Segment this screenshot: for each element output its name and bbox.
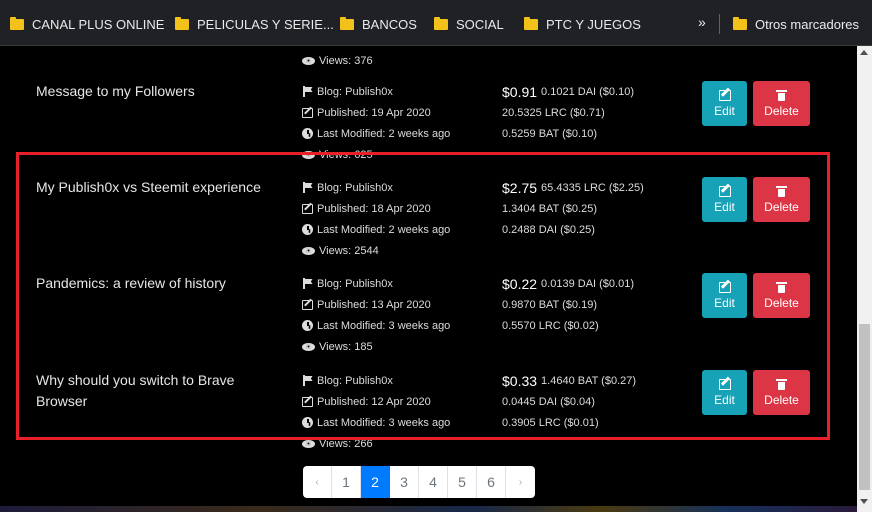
edit-icon xyxy=(718,186,731,197)
eye-icon xyxy=(302,246,315,255)
post-meta: Blog: Publish0x Published: 12 Apr 2020 L… xyxy=(302,370,450,454)
folder-icon xyxy=(10,16,24,30)
edit-icon xyxy=(302,299,313,310)
trash-icon xyxy=(776,282,787,293)
trash-icon xyxy=(776,90,787,101)
edit-button[interactable]: Edit xyxy=(702,81,747,126)
eye-icon xyxy=(302,342,315,351)
delete-button[interactable]: Delete xyxy=(753,81,810,126)
scrollbar-thumb[interactable] xyxy=(859,324,870,490)
bookmarks-bar: CANAL PLUS ONLINE PELICULAS Y SERIE... B… xyxy=(0,0,872,46)
bookmark-ptc-juegos[interactable]: PTC Y JUEGOS xyxy=(524,16,641,32)
folder-icon xyxy=(175,16,189,30)
eye-icon xyxy=(302,56,315,65)
edit-icon xyxy=(718,90,731,101)
eye-icon xyxy=(302,150,315,159)
pagination-prev[interactable]: ‹ xyxy=(303,466,332,498)
scroll-up-arrow-icon[interactable] xyxy=(860,50,868,55)
post-meta: Blog: Publish0x Published: 13 Apr 2020 L… xyxy=(302,273,450,357)
footer-background-strip xyxy=(0,506,857,512)
earnings-total: $2.75 xyxy=(502,179,538,196)
trash-icon xyxy=(776,379,787,390)
flag-icon xyxy=(302,375,313,386)
edit-icon xyxy=(302,396,313,407)
bookmark-canal-plus[interactable]: CANAL PLUS ONLINE xyxy=(10,16,164,32)
post-title: My Publish0x vs Steemit experience xyxy=(36,179,261,195)
delete-button[interactable]: Delete xyxy=(753,177,810,222)
delete-button[interactable]: Delete xyxy=(753,273,810,318)
post-title: Why should you switch to Brave Browser xyxy=(36,372,235,409)
pagination-page-6[interactable]: 6 xyxy=(477,466,506,498)
post-title: Message to my Followers xyxy=(36,83,195,99)
post-meta: Views: 376 xyxy=(302,50,373,71)
flag-icon xyxy=(302,86,313,97)
post-title: Pandemics: a review of history xyxy=(36,275,226,291)
post-earnings: $0.91 0.1021 DAI ($0.10) 20.5325 LRC ($0.… xyxy=(502,83,634,140)
folder-icon xyxy=(434,16,448,30)
edit-button[interactable]: Edit xyxy=(702,177,747,222)
pagination: ‹ 1 2 3 4 5 6 › xyxy=(303,466,535,498)
pagination-page-5[interactable]: 5 xyxy=(448,466,477,498)
clock-icon xyxy=(302,417,313,428)
pagination-page-2-active[interactable]: 2 xyxy=(361,466,390,498)
trash-icon xyxy=(776,186,787,197)
edit-button[interactable]: Edit xyxy=(702,370,747,415)
eye-icon xyxy=(302,439,315,448)
folder-icon xyxy=(340,16,354,30)
edit-icon xyxy=(302,203,313,214)
post-earnings: $0.33 1.4640 BAT ($0.27) 0.0445 DAI ($0.0… xyxy=(502,372,637,429)
scroll-down-arrow-icon[interactable] xyxy=(860,499,868,504)
bookmarks-overflow-button[interactable]: » xyxy=(698,14,706,30)
earnings-total: $0.33 xyxy=(502,372,538,389)
bookmark-social[interactable]: SOCIAL xyxy=(434,16,504,32)
earnings-total: $0.22 xyxy=(502,275,538,292)
scrollbar[interactable] xyxy=(857,46,872,512)
bookmark-bancos[interactable]: BANCOS xyxy=(340,16,417,32)
post-earnings: $0.22 0.0139 DAI ($0.01) 0.9870 BAT ($0.1… xyxy=(502,275,634,332)
folder-icon xyxy=(524,16,538,30)
clock-icon xyxy=(302,128,313,139)
folder-icon xyxy=(733,16,747,30)
post-meta: Blog: Publish0x Published: 19 Apr 2020 L… xyxy=(302,81,450,165)
bookmark-peliculas[interactable]: PELICULAS Y SERIE... xyxy=(175,16,334,32)
edit-icon xyxy=(302,107,313,118)
flag-icon xyxy=(302,278,313,289)
pagination-page-3[interactable]: 3 xyxy=(390,466,419,498)
edit-icon xyxy=(718,379,731,390)
pagination-page-4[interactable]: 4 xyxy=(419,466,448,498)
earnings-total: $0.91 xyxy=(502,83,538,100)
bookmark-otros-marcadores[interactable]: Otros marcadores xyxy=(733,16,859,32)
bookmarks-divider xyxy=(719,14,720,34)
delete-button[interactable]: Delete xyxy=(753,370,810,415)
edit-button[interactable]: Edit xyxy=(702,273,747,318)
pagination-page-1[interactable]: 1 xyxy=(332,466,361,498)
post-earnings: $2.75 65.4335 LRC ($2.25) 1.3404 BAT ($0.… xyxy=(502,179,644,236)
post-meta: Blog: Publish0x Published: 18 Apr 2020 L… xyxy=(302,177,450,261)
clock-icon xyxy=(302,320,313,331)
edit-icon xyxy=(718,282,731,293)
flag-icon xyxy=(302,182,313,193)
pagination-next[interactable]: › xyxy=(506,466,535,498)
clock-icon xyxy=(302,224,313,235)
